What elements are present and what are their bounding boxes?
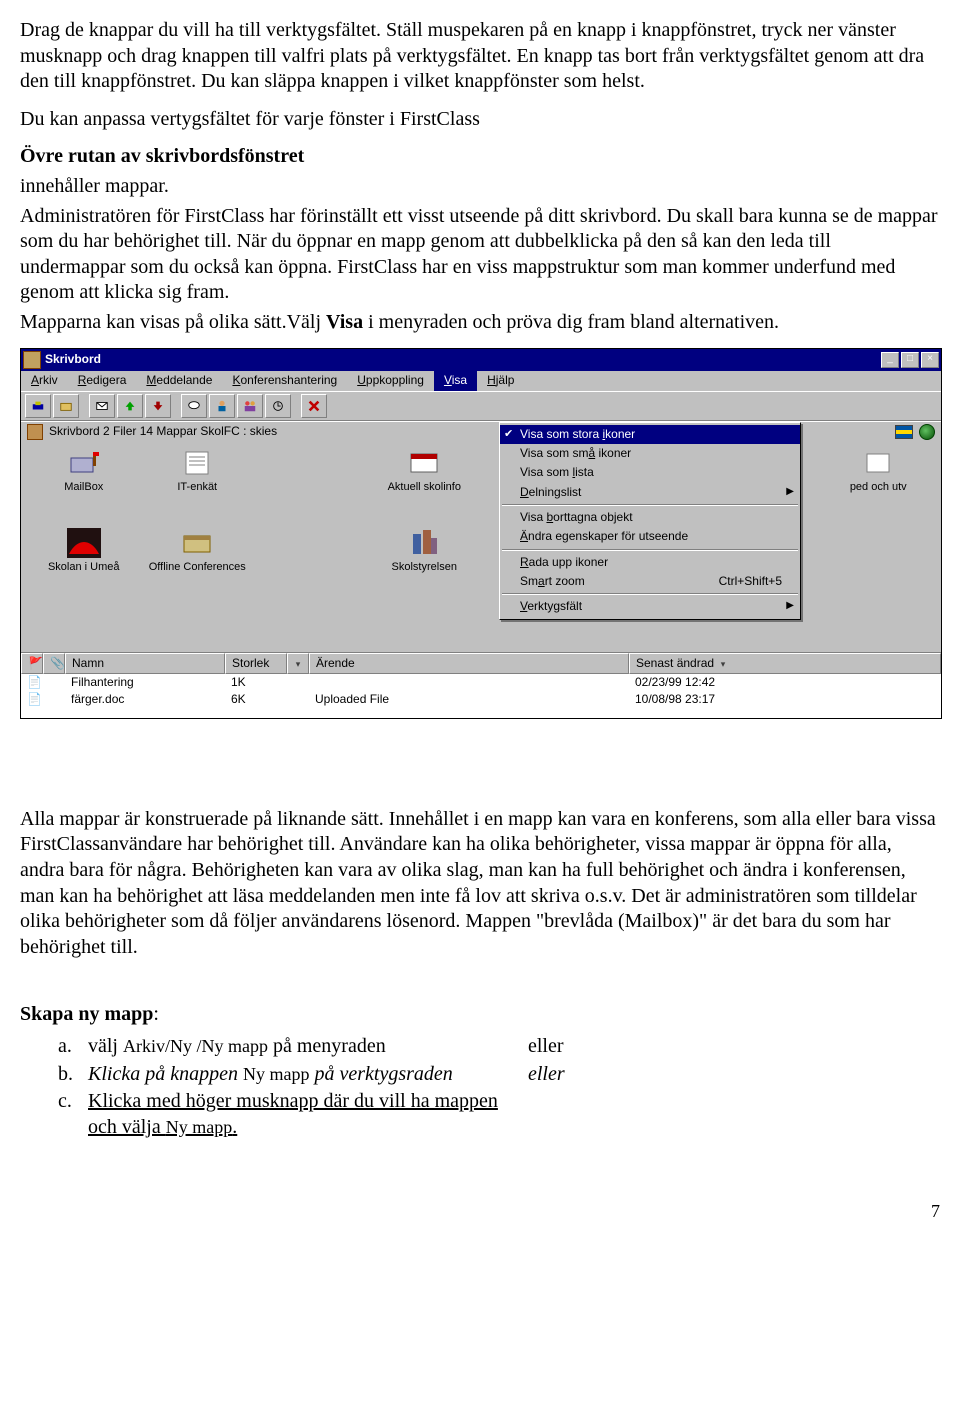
menu-view-large-icons[interactable]: ✔ Visa som stora ikoner [500, 425, 800, 444]
tool-folder-icon[interactable] [53, 394, 79, 418]
col-subject[interactable]: Ärende [309, 653, 629, 674]
col-flag[interactable]: 🚩 [21, 653, 43, 674]
tool-up-icon[interactable] [117, 394, 143, 418]
visa-dropdown: ✔ Visa som stora ikoner Visa som små iko… [499, 422, 801, 620]
desktop-icon [27, 424, 43, 440]
status-bar: Skrivbord 2 Filer 14 Mappar SkolFC : ski… [21, 421, 941, 442]
menu-view-arrange[interactable]: Rada upp ikoner [500, 553, 800, 572]
col-sort1[interactable]: ▾ [287, 653, 309, 674]
window-titlebar: Skrivbord _ □ × [21, 349, 941, 371]
paragraph-contains-folders: innehåller mappar. [20, 174, 940, 200]
list-item[interactable]: 📄 Filhantering 1K 02/23/99 12:42 [21, 674, 941, 691]
paragraph-visa: Mapparna kan visas på olika sätt.Välj Vi… [20, 310, 940, 336]
menu-view-list[interactable]: Visa som lista [500, 463, 800, 482]
menu-view-small-icons[interactable]: Visa som små ikoner [500, 444, 800, 463]
file-list: 📄 Filhantering 1K 02/23/99 12:42 📄 färge… [21, 674, 941, 718]
maximize-button[interactable]: □ [901, 352, 919, 368]
icon-it-enkat[interactable]: IT-enkät [143, 448, 253, 522]
icon-skolan-i-umea[interactable]: Skolan i Umeå [29, 528, 139, 602]
menu-visa[interactable]: Visa [434, 371, 477, 391]
icon-aktuell-skolinfo[interactable]: Aktuell skolinfo [370, 448, 480, 522]
tool-stop-icon[interactable] [301, 394, 327, 418]
tool-down-icon[interactable] [145, 394, 171, 418]
app-icon [23, 351, 41, 369]
paragraph-intro-b: Du kan anpassa vertygsfältet för varje f… [20, 107, 940, 133]
menu-uppkoppling[interactable]: Uppkoppling [347, 371, 434, 391]
desktop-area: MailBox IT-enkät Aktuell skolinfo Addres… [21, 442, 941, 652]
embedded-screenshot: Skrivbord _ □ × Arkiv Redigera Meddeland… [20, 348, 942, 719]
paragraph-intro: Drag de knappar du vill ha till verktygs… [20, 18, 940, 95]
col-attachment[interactable]: 📎 [43, 653, 65, 674]
close-button[interactable]: × [921, 352, 939, 368]
menu-konferenshantering[interactable]: Konferenshantering [222, 371, 347, 391]
file-list-header: 🚩 📎 Namn Storlek ▾ Ärende Senast ändrad … [21, 652, 941, 674]
menu-view-toolbar[interactable]: Verktygsfält▶ [500, 597, 800, 616]
tool-connect-icon[interactable] [25, 394, 51, 418]
globe-icon[interactable] [919, 424, 935, 440]
menu-view-smart-zoom[interactable]: Smart zoom Ctrl+Shift+5 [500, 572, 800, 591]
list-item: c. Klicka med höger musknapp där du vill… [58, 1089, 940, 1140]
toolbar [21, 391, 941, 421]
menu-meddelande[interactable]: Meddelande [136, 371, 222, 391]
page-number: 7 [20, 1200, 940, 1223]
window-title: Skrivbord [45, 352, 881, 367]
tool-message-icon[interactable] [89, 394, 115, 418]
list-item: a. välj Arkiv/Ny /Ny mapp på menyraden e… [58, 1034, 940, 1060]
icon-mailbox[interactable]: MailBox [29, 448, 139, 522]
tool-chat-icon[interactable] [181, 394, 207, 418]
menu-redigera[interactable]: Redigera [68, 371, 137, 391]
list-item: b. Klicka på knappen Ny mapp på verktygs… [58, 1062, 940, 1088]
paragraph-admin: Administratören för FirstClass har förin… [20, 204, 940, 306]
status-text: Skrivbord 2 Filer 14 Mappar SkolFC : ski… [49, 424, 277, 439]
heading-create-folder: Skapa ny mapp: [20, 1002, 940, 1028]
icon-skolstyrelsen[interactable]: Skolstyrelsen [370, 528, 480, 602]
flag-icon[interactable] [895, 425, 913, 439]
icon-ped-och-utv[interactable]: ped och utv [824, 448, 934, 522]
col-name[interactable]: Namn [65, 653, 225, 674]
menu-view-split[interactable]: Delningslist▶ [500, 483, 800, 502]
tool-history-icon[interactable] [265, 394, 291, 418]
col-date[interactable]: Senast ändrad ▾ [629, 653, 941, 674]
heading-upper-pane: Övre rutan av skrivbordsfönstret [20, 144, 940, 170]
menu-view-deleted[interactable]: Visa borttagna objekt [500, 508, 800, 527]
list-item[interactable]: 📄 färger.doc 6K Uploaded File 10/08/98 2… [21, 691, 941, 708]
minimize-button[interactable]: _ [881, 352, 899, 368]
icon-offline-conferences[interactable]: Offline Conferences [143, 528, 253, 602]
menu-view-appearance[interactable]: Ändra egenskaper för utseende [500, 527, 800, 546]
menu-arkiv[interactable]: Arkiv [21, 371, 68, 391]
menu-hjalp[interactable]: Hjälp [477, 371, 524, 391]
ordered-list: a. välj Arkiv/Ny /Ny mapp på menyraden e… [58, 1034, 940, 1140]
tool-user-icon[interactable] [209, 394, 235, 418]
tool-users-icon[interactable] [237, 394, 263, 418]
paragraph-folders: Alla mappar är konstruerade på liknande … [20, 807, 940, 961]
col-size[interactable]: Storlek [225, 653, 287, 674]
menubar: Arkiv Redigera Meddelande Konferenshante… [21, 371, 941, 391]
